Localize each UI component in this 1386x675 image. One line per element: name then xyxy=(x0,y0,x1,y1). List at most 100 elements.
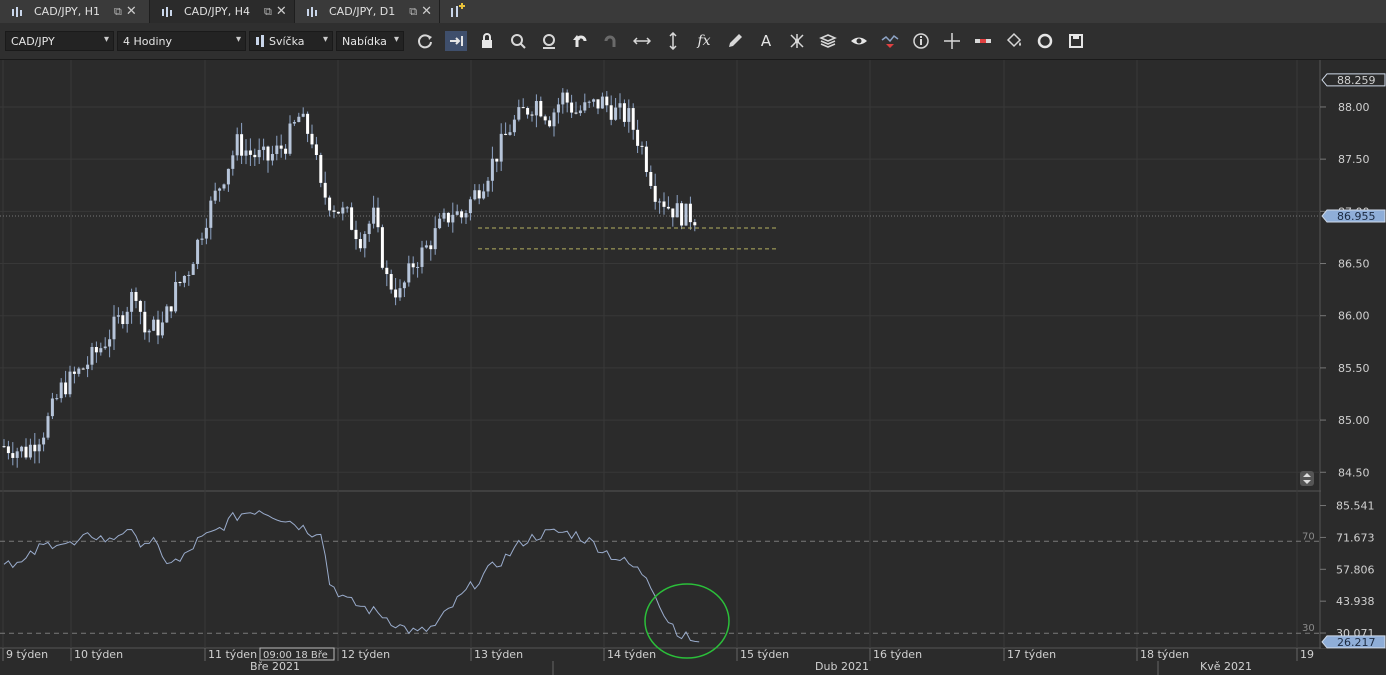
week-label: 10 týden xyxy=(74,648,123,661)
candle-body xyxy=(486,180,490,192)
candle-body xyxy=(231,155,235,169)
candle-body xyxy=(675,203,679,218)
price-axis[interactable] xyxy=(1321,60,1386,648)
candle-body xyxy=(627,108,631,122)
candle-body xyxy=(636,129,640,146)
candle-body xyxy=(376,207,380,228)
vertical-line-icon[interactable] xyxy=(662,31,684,51)
crosshair-icon[interactable] xyxy=(941,31,963,51)
close-icon[interactable]: ✕ xyxy=(421,4,432,19)
tab-cad-jpy-h1[interactable]: CAD/JPY, H1 ⧉ ✕ xyxy=(0,0,150,23)
cycle-icon[interactable] xyxy=(1034,31,1056,51)
tab-cad-jpy-h4[interactable]: CAD/JPY, H4 ⧉ ✕ xyxy=(150,0,295,23)
month-label: Bře 2021 xyxy=(250,660,300,673)
add-chart-icon[interactable] xyxy=(448,3,466,20)
zoom-out-icon[interactable] xyxy=(538,31,560,51)
close-icon[interactable]: ✕ xyxy=(276,4,287,19)
candle-body xyxy=(429,245,433,250)
candle-body xyxy=(424,245,428,248)
candle-body xyxy=(394,289,398,298)
candle-body xyxy=(565,92,569,103)
high-price-badge: 88.259 xyxy=(1337,74,1376,87)
ruler-icon[interactable] xyxy=(972,31,994,51)
price-label: 86.00 xyxy=(1338,310,1370,323)
candle-body xyxy=(112,316,116,340)
candle-body xyxy=(94,347,98,353)
pencil-icon[interactable] xyxy=(724,31,746,51)
layers-icon[interactable] xyxy=(817,31,839,51)
candle-body xyxy=(508,132,512,135)
price-label: 86.50 xyxy=(1338,258,1370,271)
tab-cad-jpy-d1[interactable]: CAD/JPY, D1 ⧉ ✕ xyxy=(295,0,440,23)
candle-body xyxy=(341,207,345,214)
candle-body xyxy=(138,300,142,312)
close-icon[interactable]: ✕ xyxy=(126,4,137,19)
candle-body xyxy=(583,102,587,111)
candlestick-icon xyxy=(307,6,317,17)
candle-body xyxy=(666,206,670,209)
candle-body xyxy=(200,238,204,240)
save-icon[interactable] xyxy=(1065,31,1087,51)
candle-body xyxy=(438,218,442,229)
rsi-level-label: 70 xyxy=(1302,531,1315,542)
timeframe-select[interactable]: 4 Hodiny ▾ xyxy=(117,31,246,51)
refresh-icon[interactable] xyxy=(414,31,436,51)
candle-body xyxy=(455,211,459,215)
candle-body xyxy=(433,228,437,250)
popout-icon[interactable]: ⧉ xyxy=(114,5,122,19)
chart-area[interactable]: 7030 88.0087.5087.0086.5086.0085.5085.00… xyxy=(0,60,1386,675)
candle-body xyxy=(226,168,230,185)
week-label: 15 týden xyxy=(740,648,789,661)
candle-body xyxy=(504,133,508,135)
candle-body xyxy=(332,210,336,212)
candle-body xyxy=(301,113,305,117)
price-label: 85.00 xyxy=(1338,414,1370,427)
candle-body xyxy=(11,453,15,458)
candle-body xyxy=(130,291,134,312)
candle-body xyxy=(380,227,384,268)
pattern-icon[interactable] xyxy=(786,31,808,51)
candle-body xyxy=(473,190,477,200)
info-icon[interactable] xyxy=(910,31,932,51)
candle-body xyxy=(266,146,270,161)
candle-body xyxy=(649,172,653,186)
candle-body xyxy=(284,148,288,154)
candle-body xyxy=(477,190,481,199)
candle-body xyxy=(209,200,213,228)
price-side-select[interactable]: Nabídka ▾ xyxy=(336,31,404,51)
candle-body xyxy=(218,188,222,191)
candle-body xyxy=(108,339,112,347)
candle-body xyxy=(160,322,164,336)
lock-icon[interactable] xyxy=(476,31,498,51)
candle xyxy=(319,152,323,188)
shift-right-icon[interactable] xyxy=(445,31,467,51)
candle xyxy=(165,304,169,323)
eye-icon[interactable] xyxy=(848,31,870,51)
symbol-select[interactable]: CAD/JPY ▾ xyxy=(5,31,114,51)
candle xyxy=(680,200,684,230)
function-icon[interactable]: fx xyxy=(693,31,715,51)
candle-body xyxy=(46,416,50,438)
price-scroll-button[interactable] xyxy=(1300,471,1314,486)
candle-body xyxy=(570,102,574,113)
text-icon[interactable]: A xyxy=(755,31,777,51)
candle-body xyxy=(653,185,657,202)
undo-icon[interactable] xyxy=(569,31,591,51)
redo-icon[interactable] xyxy=(600,31,622,51)
paint-bucket-icon[interactable] xyxy=(1003,31,1025,51)
candle-body xyxy=(407,263,411,283)
candle-body xyxy=(482,191,486,199)
chart-style-select[interactable]: Svíčka ▾ xyxy=(249,31,333,51)
candle-body xyxy=(81,368,85,370)
candle-body xyxy=(402,282,406,289)
zoom-in-icon[interactable] xyxy=(507,31,529,51)
week-label: 12 týden xyxy=(341,648,390,661)
popout-icon[interactable]: ⧉ xyxy=(409,5,417,19)
popout-icon[interactable]: ⧉ xyxy=(264,5,272,19)
candle-body xyxy=(24,446,28,458)
indicator-icon[interactable] xyxy=(879,31,901,51)
price-panel[interactable] xyxy=(0,60,1320,490)
week-label: 18 týden xyxy=(1140,648,1189,661)
horizontal-line-icon[interactable] xyxy=(631,31,653,51)
rsi-panel[interactable] xyxy=(0,492,1320,648)
